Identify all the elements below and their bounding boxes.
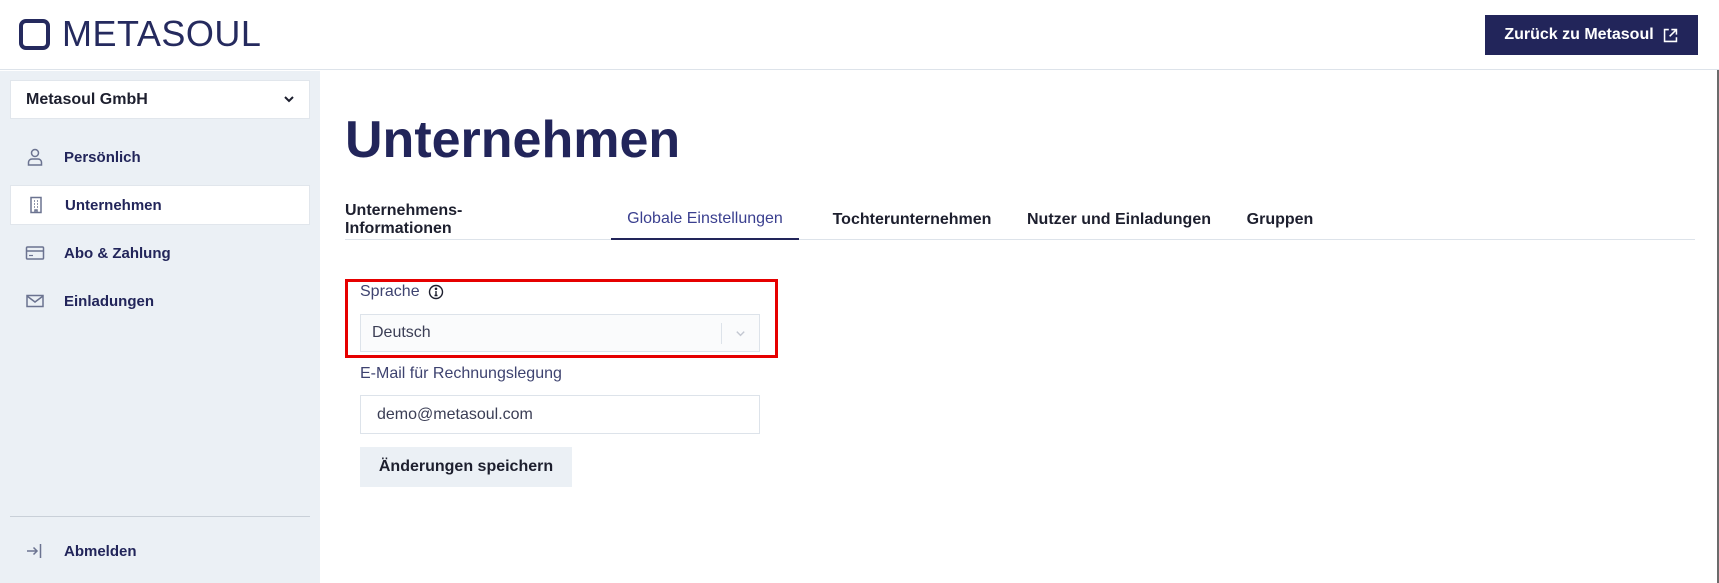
select-separator	[721, 323, 722, 344]
tab-unternehmens-informationen[interactable]: Unternehmens-Informationen	[345, 200, 503, 240]
language-field-label: Sprache	[360, 283, 444, 301]
info-icon[interactable]	[428, 284, 444, 300]
tab-globale-einstellungen[interactable]: Globale Einstellungen	[611, 200, 799, 240]
company-select-value: Metasoul GmbH	[26, 90, 148, 108]
chevron-down-icon	[284, 96, 294, 103]
sidebar-item-abo-zahlung[interactable]: Abo & Zahlung	[10, 233, 310, 273]
language-label-text: Sprache	[360, 283, 420, 300]
language-select[interactable]: Deutsch	[360, 314, 760, 352]
language-select-value: Deutsch	[372, 324, 431, 341]
sidebar-item-persoenlich[interactable]: Persönlich	[10, 137, 310, 177]
logout-button[interactable]: Abmelden	[10, 531, 310, 571]
tab-tochterunternehmen[interactable]: Tochterunternehmen	[832, 200, 992, 240]
sidebar-item-label: Abo & Zahlung	[64, 244, 171, 262]
mail-icon	[25, 291, 45, 311]
logout-icon	[25, 541, 45, 561]
user-icon	[25, 147, 45, 167]
logo-text: METASOUL	[62, 13, 262, 54]
back-to-metasoul-button[interactable]: Zurück zu Metasoul	[1485, 15, 1698, 55]
logo[interactable]: METASOUL	[19, 13, 262, 54]
top-header: METASOUL Zurück zu Metasoul	[0, 0, 1719, 70]
sidebar-item-einladungen[interactable]: Einladungen	[10, 281, 310, 321]
sidebar: Metasoul GmbH Persönlich Unternehmen Abo…	[0, 71, 320, 583]
sidebar-item-unternehmen[interactable]: Unternehmen	[10, 185, 310, 225]
tab-bar: Unternehmens-Informationen Globale Einst…	[345, 200, 1695, 240]
sidebar-item-label: Unternehmen	[65, 196, 162, 214]
logout-label: Abmelden	[64, 542, 137, 560]
credit-card-icon	[25, 243, 45, 263]
page-title: Unternehmen	[345, 111, 681, 169]
sidebar-divider	[10, 516, 310, 517]
tab-gruppen[interactable]: Gruppen	[1245, 200, 1315, 240]
tab-nutzer-und-einladungen[interactable]: Nutzer und Einladungen	[1025, 200, 1213, 240]
logo-mark-icon	[19, 18, 50, 50]
building-icon	[26, 195, 46, 215]
sidebar-item-label: Einladungen	[64, 292, 154, 310]
billing-email-field[interactable]: demo@metasoul.com	[360, 395, 760, 434]
chevron-down-icon	[736, 331, 745, 337]
email-field-label: E-Mail für Rechnungslegung	[360, 365, 562, 382]
sidebar-item-label: Persönlich	[64, 148, 141, 166]
external-link-icon	[1663, 28, 1677, 42]
company-select[interactable]: Metasoul GmbH	[10, 80, 310, 119]
save-changes-button[interactable]: Änderungen speichern	[360, 447, 572, 487]
back-button-label: Zurück zu Metasoul	[1504, 26, 1654, 43]
